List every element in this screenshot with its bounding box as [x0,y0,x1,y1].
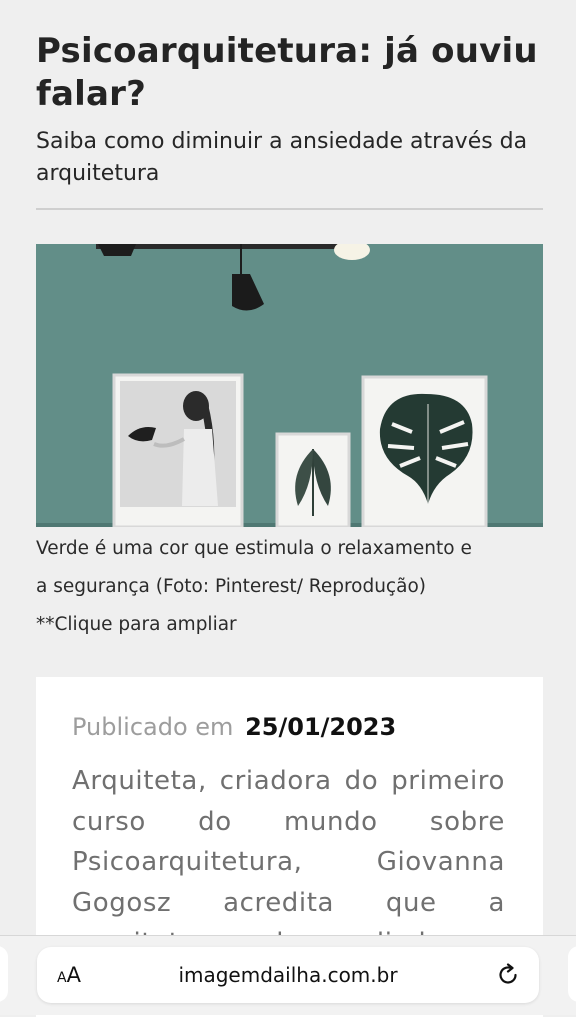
publish-info: Publicado em 25/01/2023 [72,710,396,744]
article-body: Arquiteta, criadora do primeiro curso do… [72,766,505,958]
reload-icon[interactable] [495,962,521,988]
caption-line-1: Verde é uma cor que estimula o relaxamen… [36,538,472,559]
previous-tab-peek[interactable] [0,946,8,1002]
published-date: 25/01/2023 [245,713,397,741]
article-header: Psicoarquitetura: já ouviu falar? Saiba … [36,30,543,210]
next-tab-peek[interactable] [568,946,576,1002]
page-title: Psicoarquitetura: já ouviu falar? [36,31,538,114]
page-subtitle: Saiba como diminuir a ansiedade através … [36,129,528,186]
divider [36,208,543,210]
published-label: Publicado em [72,713,234,741]
lamp-shade-left [98,244,136,256]
address-bar[interactable]: AA imagemdailha.com.br [37,947,539,1003]
caption-line-2: a segurança (Foto: Pinterest/ Reprodução… [36,576,426,597]
photo-illustration [36,244,543,527]
enlarge-hint[interactable]: **Clique para ampliar [36,606,543,644]
url-text[interactable]: imagemdailha.com.br [37,962,539,988]
browser-bottom-bar: AA imagemdailha.com.br [0,935,576,1015]
photo-caption: Verde é uma cor que estimula o relaxamen… [36,530,543,644]
article-photo[interactable] [36,244,543,527]
